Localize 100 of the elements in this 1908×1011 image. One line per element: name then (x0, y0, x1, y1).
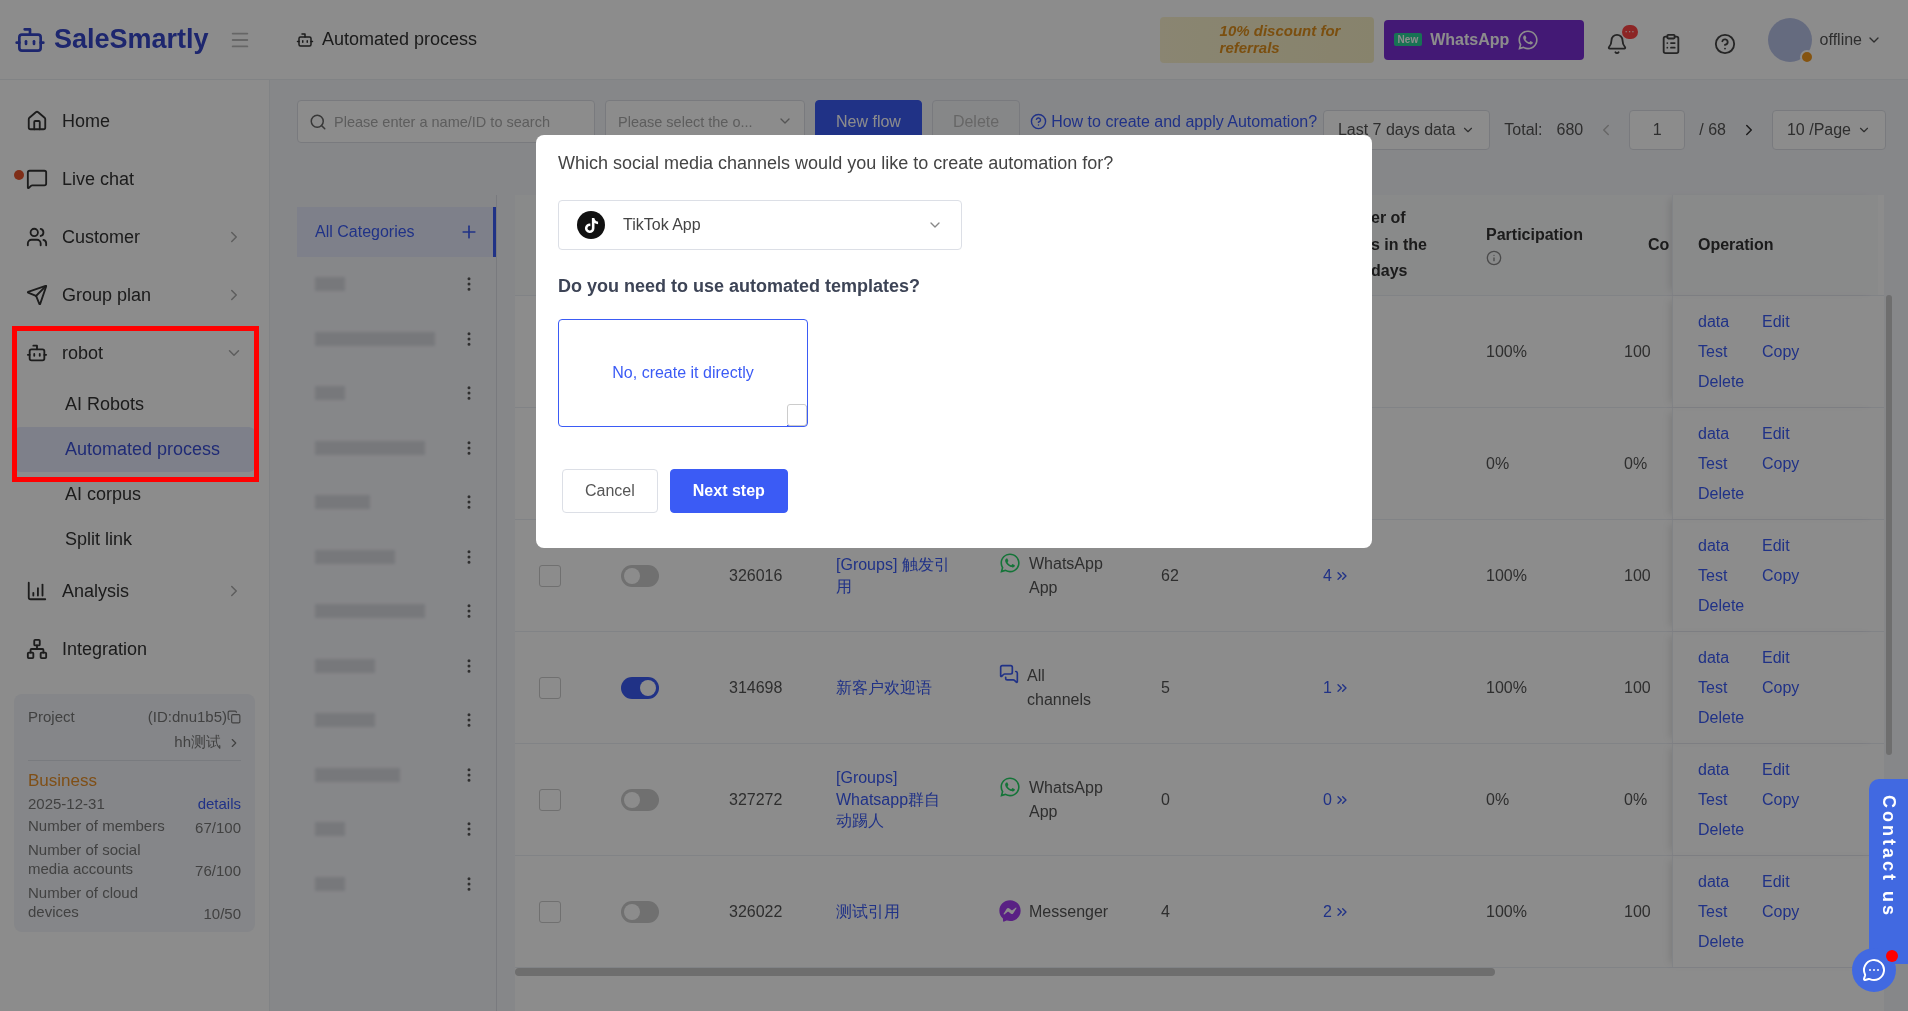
status-dropdown[interactable]: offline (1819, 30, 1882, 49)
contact-tab[interactable]: Contact us (1869, 779, 1908, 964)
action-link[interactable]: Edit (1762, 536, 1822, 555)
total-count: 680 (1556, 120, 1584, 140)
count-link[interactable]: 4 (1323, 566, 1350, 585)
action-link[interactable]: data (1698, 536, 1762, 555)
table-cell: 100 (1624, 678, 1651, 697)
action-link[interactable]: Copy (1762, 790, 1822, 809)
toggle-switch[interactable] (621, 900, 659, 923)
whatsapp-icon (999, 775, 1021, 798)
plan-name: Business (28, 771, 98, 791)
flow-name-link[interactable]: 测试引用 (836, 900, 900, 923)
action-link[interactable]: data (1698, 424, 1762, 443)
participation-value: 100% (1486, 902, 1527, 921)
column-header: er of (1371, 208, 1407, 229)
next-step-button[interactable]: Next step (669, 469, 788, 513)
action-link[interactable]: Test (1698, 678, 1762, 697)
flow-id: 314698 (729, 678, 783, 697)
option-card[interactable]: No, create it directly (558, 319, 808, 427)
notification-button[interactable]: ··· (1605, 24, 1638, 55)
action-link[interactable]: Delete (1698, 708, 1762, 727)
action-link[interactable]: data (1698, 648, 1762, 667)
page-size-select[interactable]: 10 /Page (1771, 110, 1886, 150)
help-icon[interactable] (1713, 32, 1736, 55)
action-link[interactable]: Test (1698, 454, 1762, 473)
action-link[interactable]: Test (1698, 790, 1762, 809)
promo-banner[interactable]: 10% discount for referrals (1159, 16, 1374, 63)
column-header: days (1371, 261, 1409, 282)
action-link[interactable]: Edit (1762, 312, 1822, 331)
info-icon (1486, 250, 1502, 267)
participation-value: 100% (1486, 342, 1527, 361)
project-name[interactable]: hh测试 (174, 733, 221, 752)
nav-item[interactable]: Live chat (14, 150, 255, 208)
toggle-switch[interactable] (621, 788, 659, 811)
action-link[interactable]: Delete (1698, 484, 1762, 503)
nav-label: Home (62, 110, 111, 132)
toggle-switch[interactable] (621, 676, 659, 699)
action-link[interactable]: Test (1698, 342, 1762, 361)
action-link[interactable]: Edit (1762, 872, 1822, 891)
action-link[interactable]: Copy (1762, 566, 1822, 585)
scrollbar[interactable] (515, 968, 1495, 976)
copy-icon[interactable] (227, 709, 241, 724)
action-link[interactable]: Copy (1762, 342, 1822, 361)
action-link[interactable]: Delete (1698, 372, 1762, 391)
submenu-item[interactable]: Automated process (14, 427, 255, 472)
help-link[interactable]: How to create and apply Automation? (1051, 113, 1318, 130)
action-link[interactable]: Copy (1762, 678, 1822, 697)
action-link[interactable]: Edit (1762, 760, 1822, 779)
action-link[interactable]: data (1698, 312, 1762, 331)
action-link[interactable]: Delete (1698, 932, 1762, 951)
cancel-button[interactable]: Cancel (562, 469, 658, 513)
action-link[interactable]: Delete (1698, 820, 1762, 839)
nav-item[interactable]: robot (14, 324, 255, 382)
flow-name-link[interactable]: [Groups] 触发引用 (836, 553, 951, 598)
nav-label: Analysis (62, 580, 131, 602)
nav-item[interactable]: Analysis (14, 562, 255, 620)
count-link[interactable]: 2 (1323, 902, 1350, 921)
count-link[interactable]: 0 (1323, 790, 1350, 809)
action-link[interactable]: Test (1698, 566, 1762, 585)
total-label: Total: (1504, 120, 1543, 140)
participation-value: 100% (1486, 678, 1527, 697)
action-link[interactable]: data (1698, 872, 1762, 891)
toggle-switch[interactable] (621, 564, 659, 587)
action-link[interactable]: Edit (1762, 648, 1822, 667)
flow-name-link[interactable]: [Groups] Whatsapp群自动踢人 (836, 767, 951, 832)
row-checkbox[interactable] (539, 564, 561, 587)
column-header: s in the (1371, 234, 1427, 255)
row-checkbox[interactable] (539, 900, 561, 923)
flow-id: 326016 (729, 566, 783, 585)
action-link[interactable]: Test (1698, 902, 1762, 921)
channel-select[interactable]: TikTok App (558, 200, 962, 250)
action-link[interactable]: Copy (1762, 902, 1822, 921)
range-select[interactable]: Last 7 days data (1322, 110, 1491, 150)
nav-item[interactable]: Customer (14, 208, 255, 266)
nav-item[interactable]: Integration (14, 620, 255, 678)
nav-icon (26, 284, 48, 306)
whatsapp-icon (999, 551, 1021, 574)
submenu-item[interactable]: AI Robots (14, 382, 255, 427)
participation-value: 0% (1486, 790, 1510, 809)
column-header: Participation (1486, 224, 1583, 245)
submenu-item[interactable]: Split link (14, 517, 255, 562)
whatsapp-banner[interactable]: New WhatsApp (1383, 19, 1584, 60)
scrollbar[interactable] (1886, 295, 1892, 755)
category-item[interactable]: All Categories (297, 207, 496, 257)
action-link[interactable]: data (1698, 760, 1762, 779)
submenu-item[interactable]: AI corpus (14, 472, 255, 517)
action-link[interactable]: Delete (1698, 596, 1762, 615)
nav-item[interactable]: Group plan (14, 266, 255, 324)
nav-item[interactable]: Home (14, 92, 255, 150)
count-link[interactable]: 1 (1323, 678, 1350, 697)
logo: SaleSmartly (54, 24, 209, 55)
action-link[interactable]: Edit (1762, 424, 1822, 443)
flow-name-link[interactable]: 新客户欢迎语 (836, 676, 932, 699)
table-cell: 100 (1624, 566, 1651, 585)
details-link[interactable]: details (197, 795, 241, 812)
page-input[interactable]: 1 (1629, 110, 1686, 150)
action-link[interactable]: Copy (1762, 454, 1822, 473)
quota-label: Number of social media accounts (28, 839, 142, 879)
row-checkbox[interactable] (539, 788, 561, 811)
row-checkbox[interactable] (539, 676, 561, 699)
